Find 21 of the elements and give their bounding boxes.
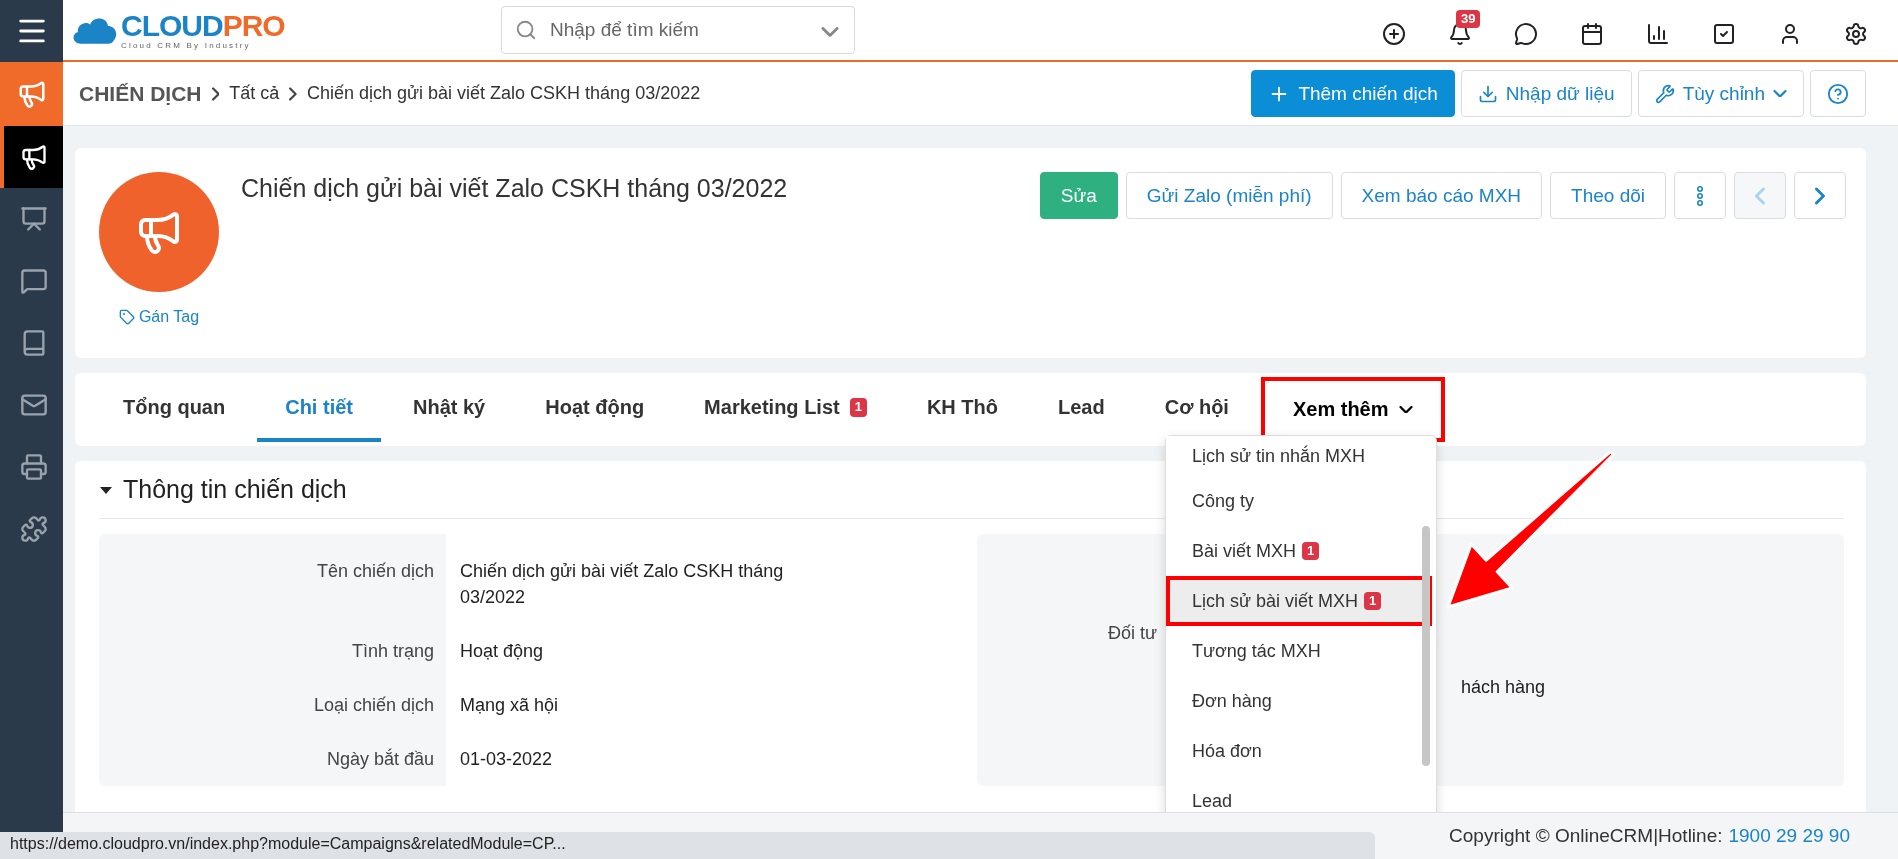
- breadcrumb-item: Chiến dịch gửi bài viết Zalo CSKH tháng 03/2022: [306, 83, 701, 104]
- field-value: Chiến dịch gửi bài viết Zalo CSKH tháng 03/2022: [459, 560, 785, 609]
- section-title: Thông tin chiến dịch: [123, 475, 347, 504]
- field-value: hách hàng: [1461, 676, 1546, 699]
- field-value: 01-03-2022: [459, 748, 553, 771]
- field-label: Ngày bắt đầu: [325, 747, 435, 771]
- copyright-text: Copyright © OnlineCRM|Hotline:: [1449, 825, 1723, 847]
- field-label: Loại chiến dịch: [312, 694, 435, 717]
- notification-count: 39: [1456, 10, 1481, 29]
- field-label: Tên chiến dịch: [315, 560, 435, 583]
- count-badge: 1: [1301, 541, 1320, 561]
- field-label: Đối tư: [1106, 622, 1158, 645]
- field-value: Hoạt động: [459, 640, 544, 663]
- field-label: Tình trạng: [350, 640, 435, 663]
- field-value: Mạng xã hội: [459, 694, 559, 717]
- logo-tagline: Cloud CRM By Industry: [121, 41, 252, 50]
- count-badge: 1: [849, 398, 867, 417]
- logo-wordmark: CLOUDPRO: [121, 10, 285, 41]
- record-title: Chiến dịch gửi bài viết Zalo CSKH tháng 03/2022: [241, 174, 788, 204]
- count-badge: 1: [1364, 591, 1382, 611]
- status-url: https://demo.cloudpro.vn/index.php?module=Campaigns&relatedModule=CP...: [0, 832, 1375, 859]
